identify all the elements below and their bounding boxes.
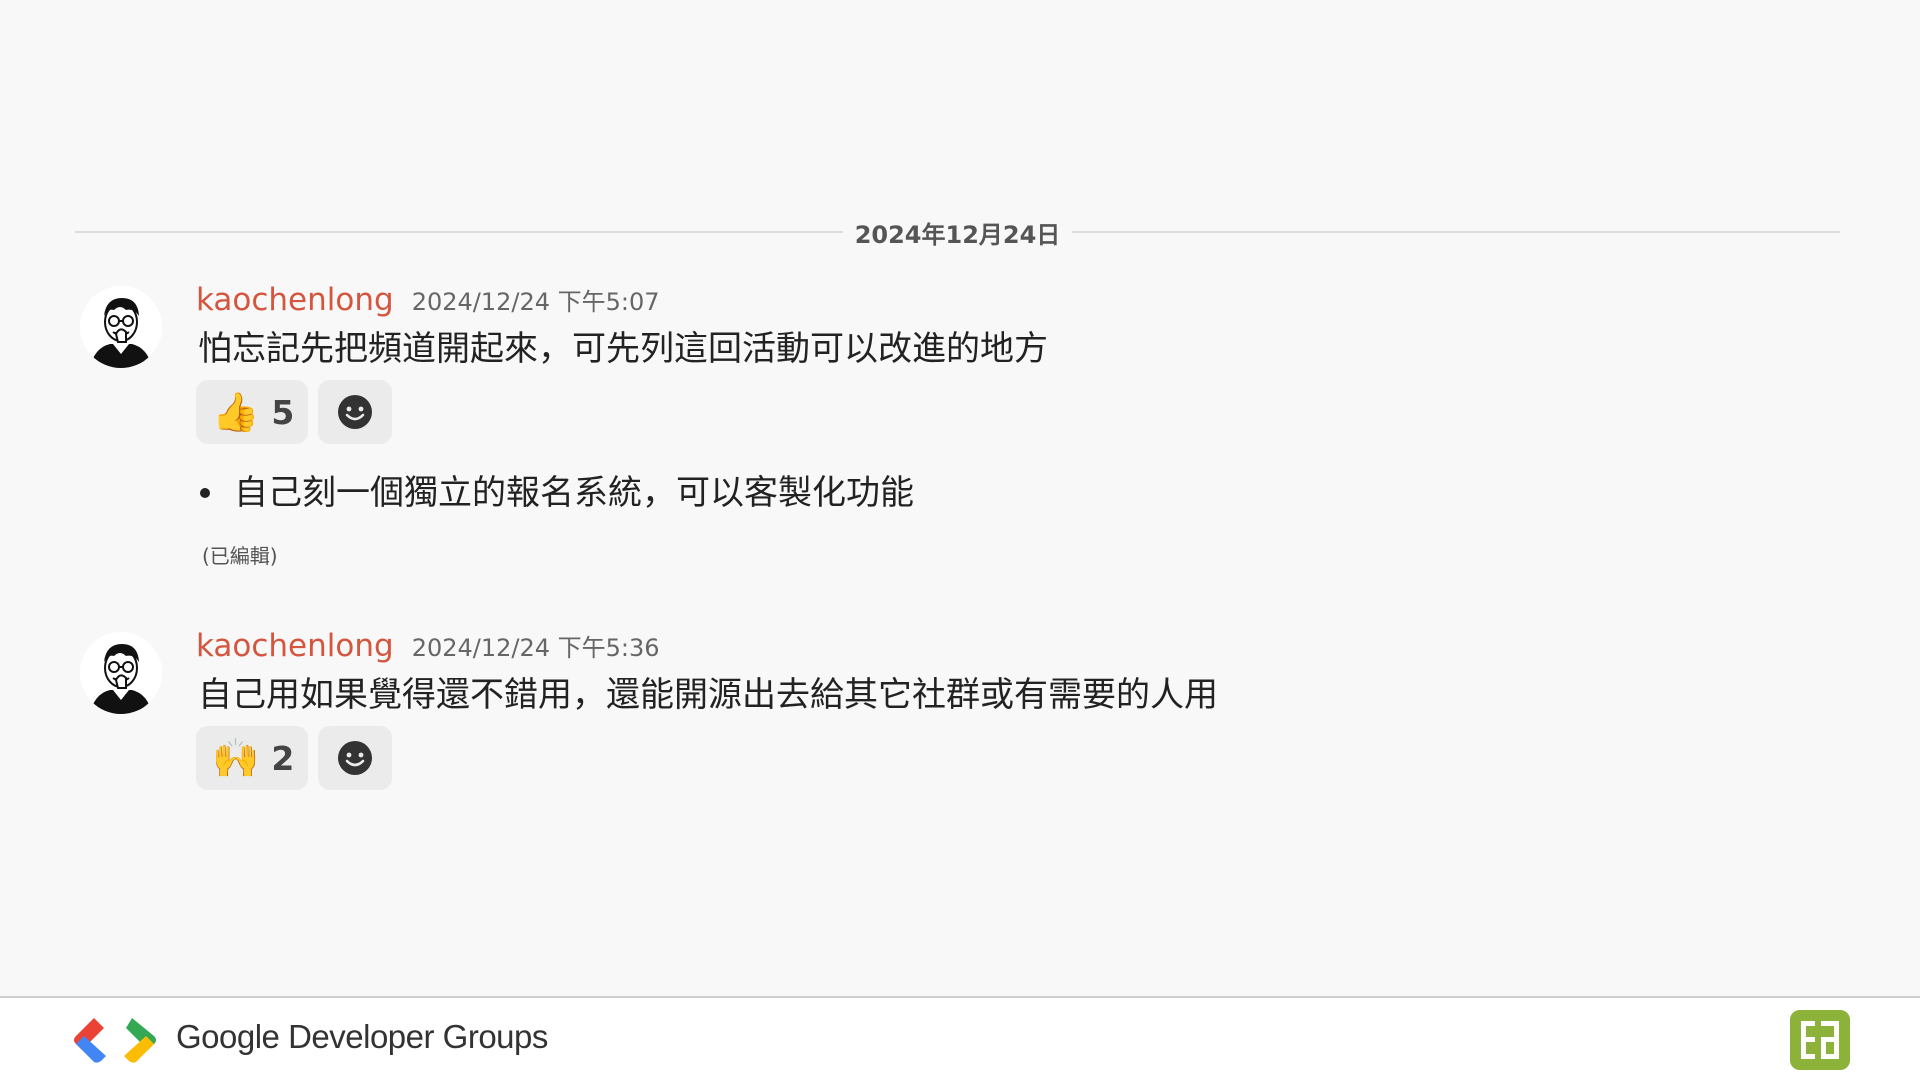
reaction-count: 2: [271, 738, 295, 778]
raising-hands-icon: 🙌: [212, 736, 260, 780]
timestamp[interactable]: 2024/12/24 下午5:07: [412, 282, 660, 317]
badge-glyph: [1790, 1010, 1850, 1070]
avatar[interactable]: [80, 632, 162, 714]
message-text: 怕忘記先把頻道開起來，可先列這回活動可以改進的地方: [198, 329, 1048, 369]
smiley-icon: [338, 741, 373, 775]
chat-area: 2024年12月24日 kaochenlong 2024/12/24 下午5:0…: [0, 0, 1920, 996]
divider-line-right: [1072, 231, 1840, 233]
gdg-brand-name: Google Developer Groups: [176, 1018, 548, 1055]
add-reaction-button[interactable]: [318, 380, 393, 444]
message-header: kaochenlong 2024/12/24 下午5:36: [196, 628, 660, 672]
reaction-count: 5: [271, 392, 295, 432]
reactions-bar: 👍 5: [196, 380, 393, 444]
date-divider: 2024年12月24日: [75, 216, 1840, 249]
message-header: kaochenlong 2024/12/24 下午5:07: [196, 282, 660, 326]
footer-bar: Google Developer Groups: [0, 996, 1920, 1080]
divider-line-left: [75, 231, 843, 233]
avatar[interactable]: [80, 286, 162, 368]
timestamp[interactable]: 2024/12/24 下午5:36: [412, 628, 660, 663]
add-reaction-button[interactable]: [318, 726, 393, 790]
community-badge-icon: [1790, 1010, 1850, 1070]
reaction-raising-hands[interactable]: 🙌 2: [196, 726, 309, 790]
list-item: 自己刻一個獨立的報名系統，可以客製化功能: [196, 468, 914, 518]
reactions-bar: 🙌 2: [196, 726, 393, 790]
bullet-dot: [200, 488, 210, 498]
username[interactable]: kaochenlong: [196, 282, 394, 318]
smiley-icon: [338, 395, 373, 429]
thumbs-up-icon: 👍: [212, 390, 260, 434]
avatar-illustration: [80, 632, 162, 714]
bullet-list: 自己刻一個獨立的報名系統，可以客製化功能: [196, 468, 914, 518]
message-text: 自己用如果覺得還不錯用，還能開源出去給其它社群或有需要的人用: [198, 675, 1218, 715]
date-divider-text: 2024年12月24日: [854, 220, 1061, 249]
username[interactable]: kaochenlong: [196, 628, 394, 664]
edited-label: (已編輯): [202, 544, 278, 568]
gdg-logo-icon: [74, 1018, 156, 1063]
avatar-illustration: [80, 286, 162, 368]
reaction-thumbs-up[interactable]: 👍 5: [196, 380, 309, 444]
list-item-text: 自己刻一個獨立的報名系統，可以客製化功能: [234, 473, 914, 513]
